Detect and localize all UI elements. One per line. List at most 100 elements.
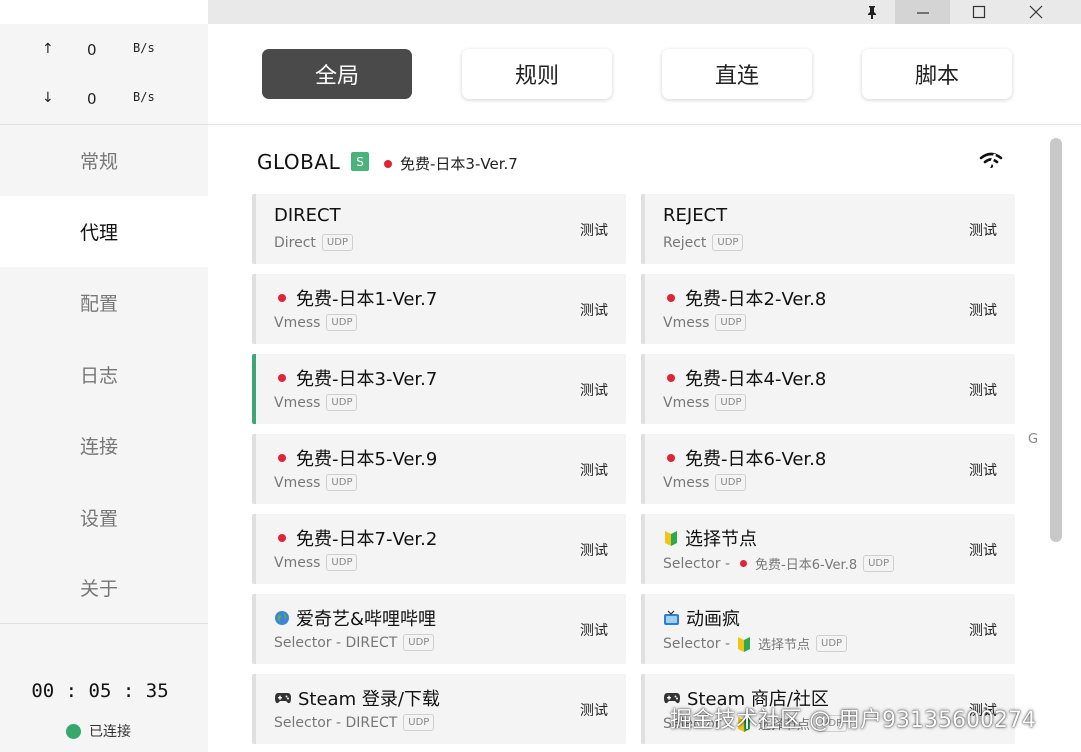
proxy-card[interactable]: 免费-日本2-Ver.8 Vmess UDP 测试 <box>641 274 1015 344</box>
jp-flag-icon <box>736 560 755 567</box>
proxy-type: Vmess <box>663 474 710 491</box>
download-arrow-icon: ↓ <box>42 90 54 106</box>
mode-global-button[interactable]: 全局 <box>262 49 412 99</box>
proxy-card[interactable]: 免费-日本4-Ver.8 Vmess UDP 测试 <box>641 354 1015 424</box>
udp-badge: UDP <box>326 314 358 331</box>
sidebar-item-label: 关于 <box>80 578 119 600</box>
upload-unit: B/s <box>133 41 155 55</box>
maximize-icon[interactable] <box>950 0 1007 24</box>
sidebar-item-label: 代理 <box>80 222 119 244</box>
jp-flag-icon <box>274 534 296 542</box>
proxy-card[interactable]: 动画疯 Selector - 选择节点 UDP 测试 <box>641 594 1015 664</box>
upload-value: 0 <box>87 41 97 59</box>
proxy-card-title: 免费-日本5-Ver.9 <box>274 445 437 471</box>
sidebar-item-settings[interactable]: 设置 <box>0 482 208 553</box>
test-latency-button[interactable]: 测试 <box>580 700 608 720</box>
pin-icon[interactable] <box>846 0 898 24</box>
test-latency-button[interactable]: 测试 <box>969 300 997 320</box>
sidebar-item-general[interactable]: 常规 <box>0 125 208 196</box>
proxy-type: Vmess <box>663 394 710 411</box>
scrollbar[interactable] <box>1050 138 1062 542</box>
side-index-letter[interactable]: G <box>1028 432 1038 447</box>
proxy-card-title: 免费-日本2-Ver.8 <box>663 285 826 311</box>
proxy-card-subtitle: Vmess UDP <box>274 314 358 331</box>
tv-icon <box>663 610 686 626</box>
sidebar-item-label: 配置 <box>80 293 119 315</box>
sidebar-item-proxy[interactable]: 代理 <box>0 196 208 267</box>
proxy-card[interactable]: DIRECT Direct UDP 测试 <box>252 194 626 264</box>
test-latency-button[interactable]: 测试 <box>969 380 997 400</box>
jp-flag-icon <box>274 454 296 462</box>
sidebar-divider <box>0 623 208 624</box>
proxy-card-title: 免费-日本6-Ver.8 <box>663 445 826 471</box>
proxy-name: 免费-日本4-Ver.8 <box>685 369 827 390</box>
proxy-card-subtitle: Vmess UDP <box>663 394 747 411</box>
udp-badge: UDP <box>321 234 353 251</box>
proxy-card[interactable]: 免费-日本6-Ver.8 Vmess UDP 测试 <box>641 434 1015 504</box>
traffic-panel: ↑ 0 B/s ↓ 0 B/s <box>0 24 208 124</box>
test-latency-button[interactable]: 测试 <box>969 460 997 480</box>
proxy-type: Selector - <box>663 635 731 652</box>
mode-script-button[interactable]: 脚本 <box>862 49 1012 99</box>
proxy-current-node: 免费-日本6-Ver.8 <box>755 558 858 573</box>
proxy-card-title: 免费-日本1-Ver.7 <box>274 285 437 311</box>
proxy-card[interactable]: Steam 登录/下载 Selector - DIRECT UDP 测试 <box>252 674 626 744</box>
mode-rule-button[interactable]: 规则 <box>462 49 612 99</box>
proxy-card[interactable]: 免费-日本7-Ver.2 Vmess UDP 测试 <box>252 514 626 584</box>
proxy-type: Vmess <box>274 554 321 571</box>
proxy-name: 免费-日本2-Ver.8 <box>685 289 827 310</box>
proxy-current-node: 选择节点 <box>758 638 811 653</box>
test-latency-button[interactable]: 测试 <box>969 220 997 240</box>
proxy-card[interactable]: 选择节点 Selector - 免费-日本6-Ver.8 UDP 测试 <box>641 514 1015 584</box>
proxy-group-current-label: 免费-日本3-Ver.7 <box>400 155 518 173</box>
proxy-card[interactable]: 免费-日本5-Ver.9 Vmess UDP 测试 <box>252 434 626 504</box>
test-latency-button[interactable]: 测试 <box>580 380 608 400</box>
sidebar-item-about[interactable]: 关于 <box>0 552 208 623</box>
minimize-icon[interactable] <box>895 0 950 24</box>
jp-flag-icon <box>663 454 685 462</box>
udp-badge: UDP <box>712 234 744 251</box>
proxy-card-subtitle: Selector - DIRECT UDP <box>274 634 435 651</box>
jp-flag-icon <box>663 374 685 382</box>
jp-flag-icon <box>274 294 296 302</box>
proxy-card[interactable]: 免费-日本3-Ver.7 Vmess UDP 测试 <box>252 354 626 424</box>
udp-badge: UDP <box>403 714 435 731</box>
sidebar-item-connections[interactable]: 连接 <box>0 410 208 481</box>
udp-badge: UDP <box>326 394 358 411</box>
proxy-group-current: 免费-日本3-Ver.7 <box>384 153 518 174</box>
proxy-type: Vmess <box>274 394 321 411</box>
test-latency-button[interactable]: 测试 <box>580 620 608 640</box>
close-icon[interactable] <box>1007 0 1065 24</box>
test-latency-button[interactable]: 测试 <box>969 620 997 640</box>
sidebar-item-label: 常规 <box>80 151 119 173</box>
proxy-name: 动画疯 <box>686 609 740 630</box>
proxy-card-title: Steam 登录/下载 <box>274 685 440 711</box>
udp-badge: UDP <box>326 474 358 491</box>
proxy-type: Vmess <box>663 314 710 331</box>
proxy-name: 选择节点 <box>685 529 757 550</box>
proxy-group-title: GLOBAL <box>257 150 341 174</box>
test-latency-button[interactable]: 测试 <box>580 460 608 480</box>
jp-flag-icon <box>663 294 685 302</box>
proxy-group-type-badge: S <box>351 152 369 171</box>
header-divider <box>208 124 1081 125</box>
proxy-card-title: REJECT <box>663 205 727 226</box>
latency-test-icon[interactable] <box>979 150 1003 172</box>
proxy-card[interactable]: 爱奇艺&哔哩哔哩 Selector - DIRECT UDP 测试 <box>252 594 626 664</box>
sidebar-item-profiles[interactable]: 配置 <box>0 267 208 338</box>
udp-badge: UDP <box>715 394 747 411</box>
test-latency-button[interactable]: 测试 <box>969 540 997 560</box>
test-latency-button[interactable]: 测试 <box>580 220 608 240</box>
proxy-card[interactable]: REJECT Reject UDP 测试 <box>641 194 1015 264</box>
proxy-card-subtitle: Vmess UDP <box>663 474 747 491</box>
proxy-card-title: 免费-日本7-Ver.2 <box>274 525 437 551</box>
proxy-card-subtitle: Selector - DIRECT UDP <box>274 714 435 731</box>
mode-direct-button[interactable]: 直连 <box>662 49 812 99</box>
proxy-card[interactable]: 免费-日本1-Ver.7 Vmess UDP 测试 <box>252 274 626 344</box>
sidebar-item-logs[interactable]: 日志 <box>0 339 208 410</box>
proxy-type: Direct <box>274 234 316 251</box>
test-latency-button[interactable]: 测试 <box>580 540 608 560</box>
proxy-type: Selector - DIRECT <box>274 634 398 651</box>
test-latency-button[interactable]: 测试 <box>580 300 608 320</box>
download-unit: B/s <box>133 90 155 104</box>
